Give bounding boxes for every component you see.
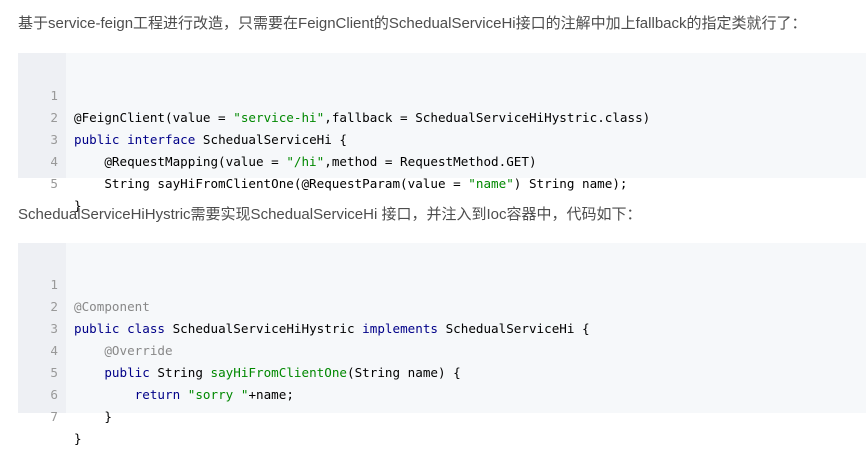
line-number: 7 <box>50 409 58 424</box>
second-paragraph: SchedualServiceHiHystric需要实现SchedualServ… <box>18 206 642 223</box>
code-line: 3 @Override <box>18 296 866 358</box>
code-line: 7 } <box>18 384 866 446</box>
code-line: 2 public class SchedualServiceHiHystric … <box>18 274 866 336</box>
intro-paragraph: 基于service-feign工程进行改造，只需要在FeignClient的Sc… <box>18 15 807 32</box>
line-number: 5 <box>50 176 58 191</box>
code-text: } <box>74 431 82 446</box>
code-line: 4 String sayHiFromClientOne(@RequestPara… <box>18 129 866 191</box>
code-line: 5 } <box>18 151 866 213</box>
code-block-hystric-class: 1 @Component 2 public class SchedualServ… <box>18 243 866 446</box>
code-line: 2 public interface SchedualServiceHi { <box>18 85 866 147</box>
code-line: 6 } <box>18 362 866 424</box>
code-text: } <box>74 409 112 424</box>
code-block-feign-client: 1 @FeignClient(value = "service-hi",fall… <box>18 53 866 213</box>
code-line: 4 public String sayHiFromClientOne(Strin… <box>18 318 866 380</box>
string-literal: "name" <box>468 176 514 191</box>
code-line: 1 @FeignClient(value = "service-hi",fall… <box>18 63 866 125</box>
code-line: 1 @Component <box>18 252 866 314</box>
code-text: String sayHiFromClientOne(@RequestParam(… <box>74 176 469 191</box>
code-line: 3 @RequestMapping(value = "/hi",method =… <box>18 107 866 169</box>
code-text: ) String name); <box>513 176 628 191</box>
code-line: 5 return "sorry "+name; <box>18 340 866 402</box>
